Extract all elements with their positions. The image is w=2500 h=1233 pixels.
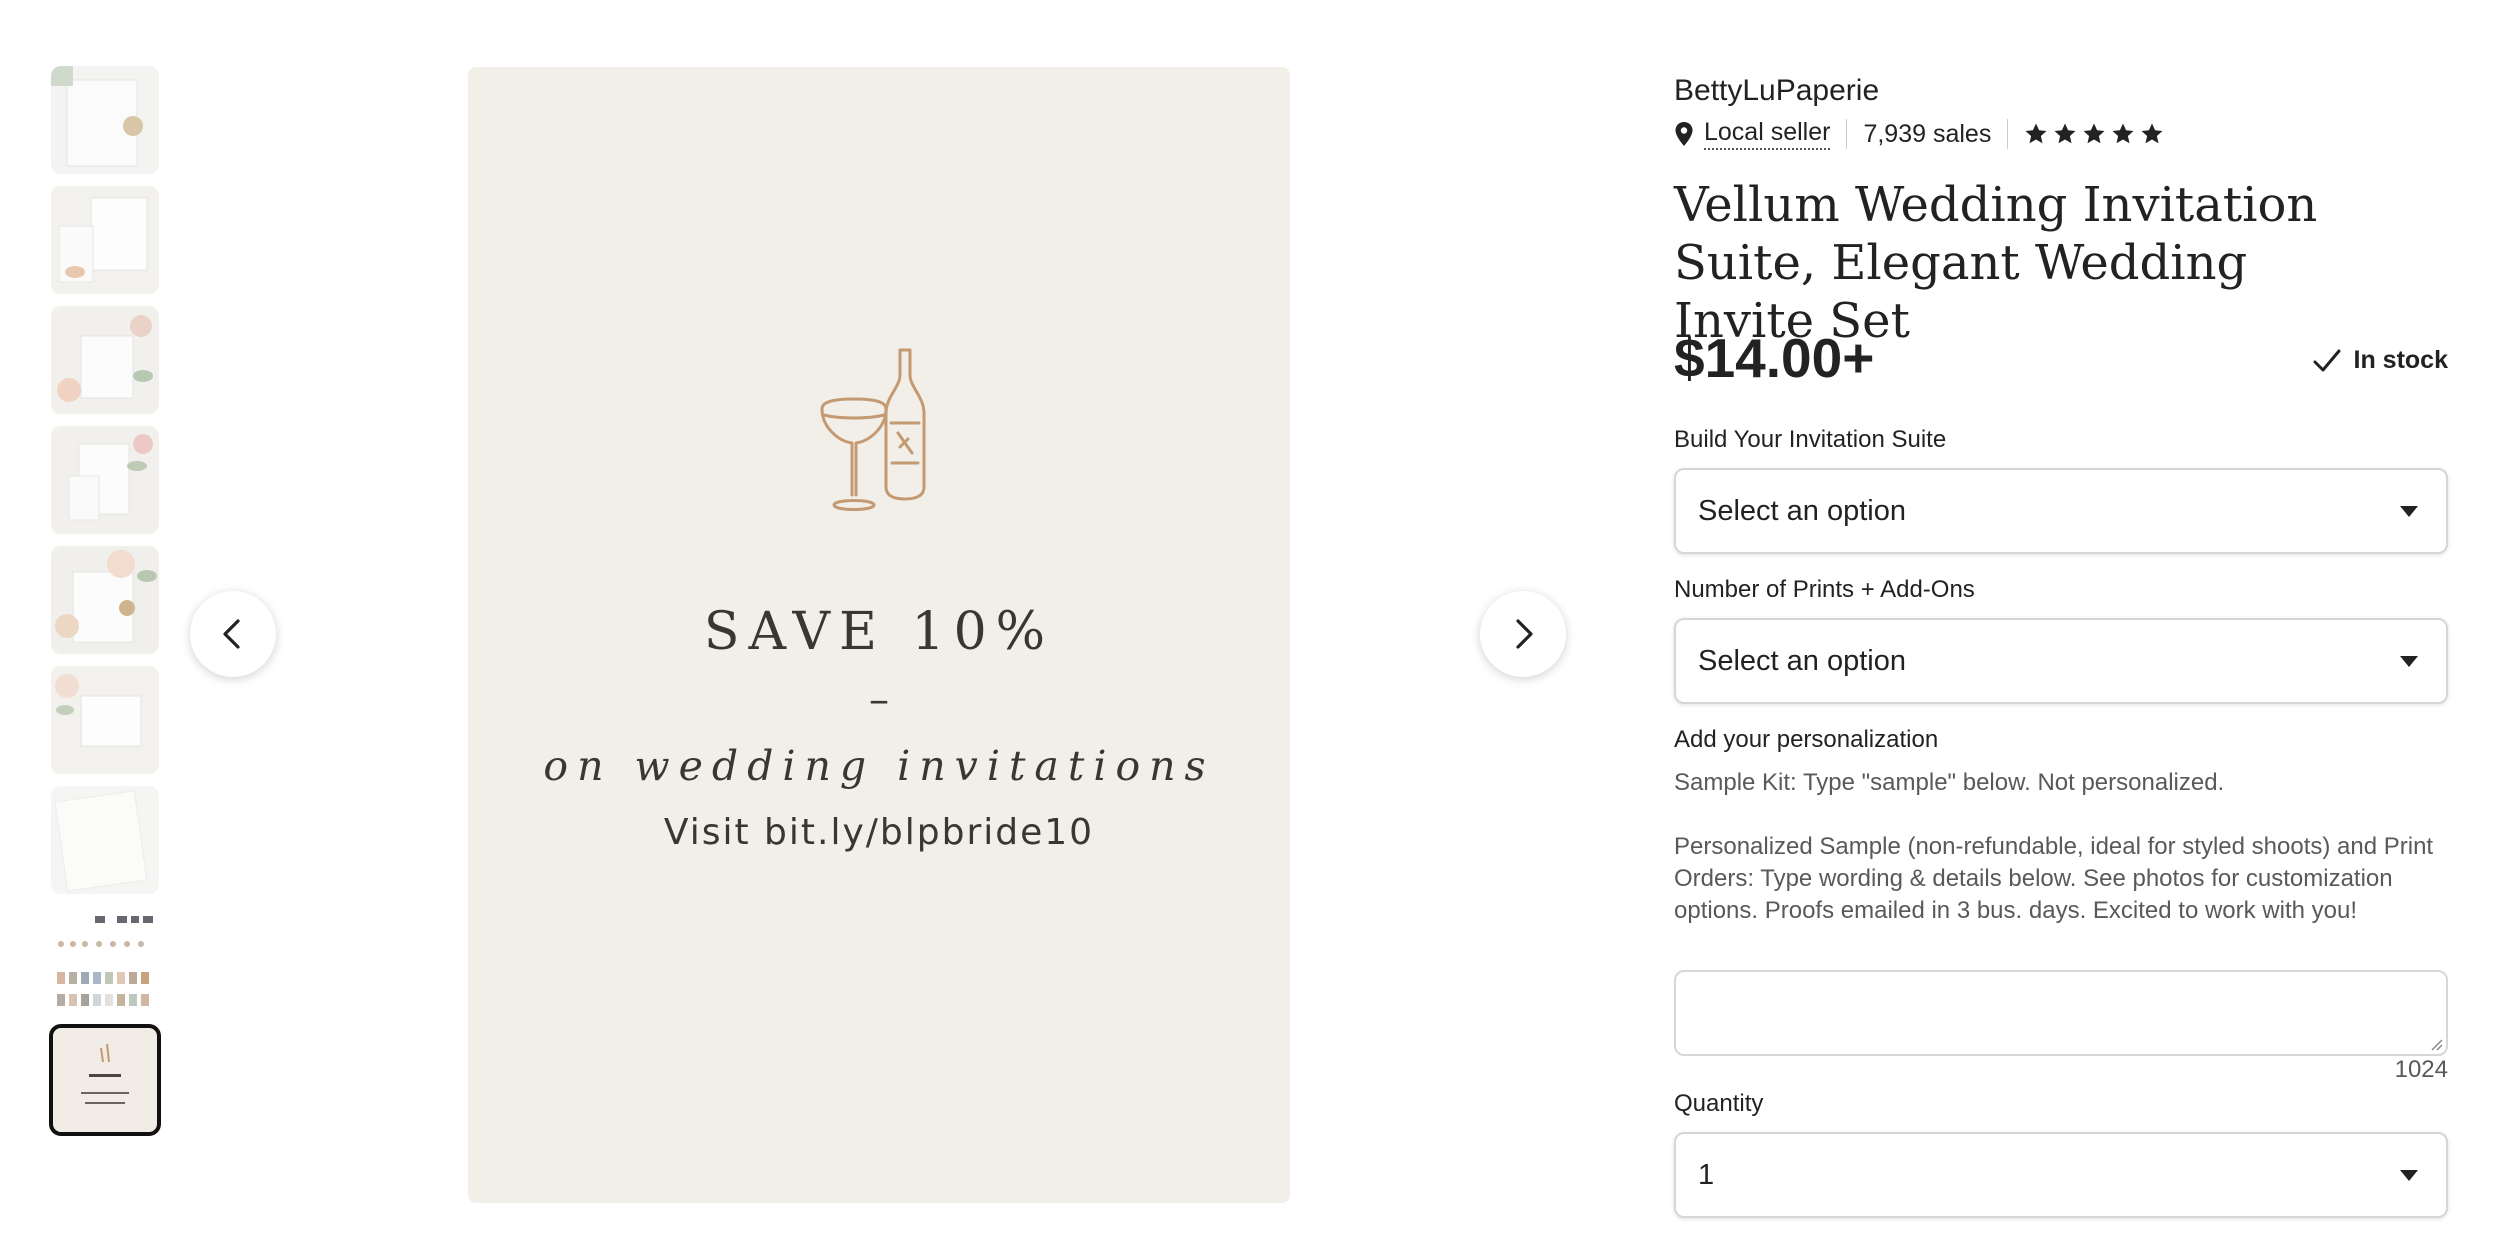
star-icon	[2025, 123, 2047, 144]
star-icon	[2141, 123, 2163, 144]
select-value: Select an option	[1698, 494, 1906, 527]
thumbnail-5[interactable]	[51, 546, 159, 654]
caret-down-icon	[2400, 1170, 2418, 1181]
quantity-label: Quantity	[1674, 1090, 1764, 1117]
resize-handle-icon[interactable]	[2429, 1037, 2443, 1051]
thumbnail-3[interactable]	[51, 306, 159, 414]
thumbnail-6[interactable]	[51, 666, 159, 774]
main-listing-image: SAVE 10% – on wedding invitations Visit …	[468, 67, 1290, 1203]
prints-option-select[interactable]: Select an option	[1674, 618, 2448, 704]
promo-url: Visit bit.ly/blpbride10	[663, 812, 1095, 853]
thumbnail-8[interactable]	[51, 906, 159, 1014]
caret-down-icon	[2400, 506, 2418, 517]
quantity-select[interactable]: 1	[1674, 1132, 2448, 1218]
caret-down-icon	[2400, 656, 2418, 667]
chevron-left-icon	[223, 619, 240, 649]
divider	[1846, 119, 1848, 149]
previous-image-button[interactable]	[190, 591, 276, 677]
star-icon	[2112, 123, 2134, 144]
promo-dash: –	[869, 677, 889, 723]
listing-title: Vellum Wedding Invitation Suite, Elegant…	[1674, 177, 2318, 349]
star-icon	[2054, 123, 2076, 144]
shop-name-link[interactable]: BettyLuPaperie	[1674, 74, 1879, 108]
thumbnail-9-active[interactable]	[49, 1024, 161, 1136]
suite-option-select[interactable]: Select an option	[1674, 468, 2448, 554]
personalization-help-1: Sample Kit: Type "sample" below. Not per…	[1674, 769, 2225, 796]
thumbnail-1[interactable]	[51, 66, 159, 174]
promo-headline: SAVE 10%	[703, 602, 1055, 662]
next-image-button[interactable]	[1480, 591, 1566, 677]
sales-count: 7,939 sales	[1863, 119, 1992, 148]
stock-label: In stock	[2353, 346, 2448, 374]
champagne-illustration-icon	[820, 348, 926, 511]
option-label-prints: Number of Prints + Add-Ons	[1674, 576, 1975, 603]
price: $14.00+	[1674, 327, 1875, 389]
checkmark-icon	[2313, 349, 2341, 371]
promo-subline: on wedding invitations	[543, 742, 1215, 790]
divider	[2007, 119, 2009, 149]
select-value: Select an option	[1698, 644, 1906, 677]
personalization-textarea[interactable]	[1674, 970, 2448, 1056]
stock-status: In stock	[2312, 346, 2448, 375]
character-counter: 1024	[2394, 1056, 2448, 1083]
thumbnail-2[interactable]	[51, 186, 159, 294]
option-label-suite: Build Your Invitation Suite	[1674, 426, 1947, 453]
seller-meta: Local seller 7,939 sales	[1674, 118, 2164, 150]
local-seller-link[interactable]: Local seller	[1704, 118, 1831, 150]
chevron-right-icon	[1516, 619, 1533, 649]
personalization-help-2: Personalized Sample (non-refundable, ide…	[1674, 833, 2434, 924]
thumbnail-4[interactable]	[51, 426, 159, 534]
star-icon	[2083, 123, 2105, 144]
personalization-label: Add your personalization	[1674, 726, 1939, 753]
thumbnail-7[interactable]	[51, 786, 159, 894]
rating-stars[interactable]	[2024, 122, 2164, 146]
location-pin-icon	[1675, 122, 1693, 146]
select-value: 1	[1698, 1158, 1715, 1191]
